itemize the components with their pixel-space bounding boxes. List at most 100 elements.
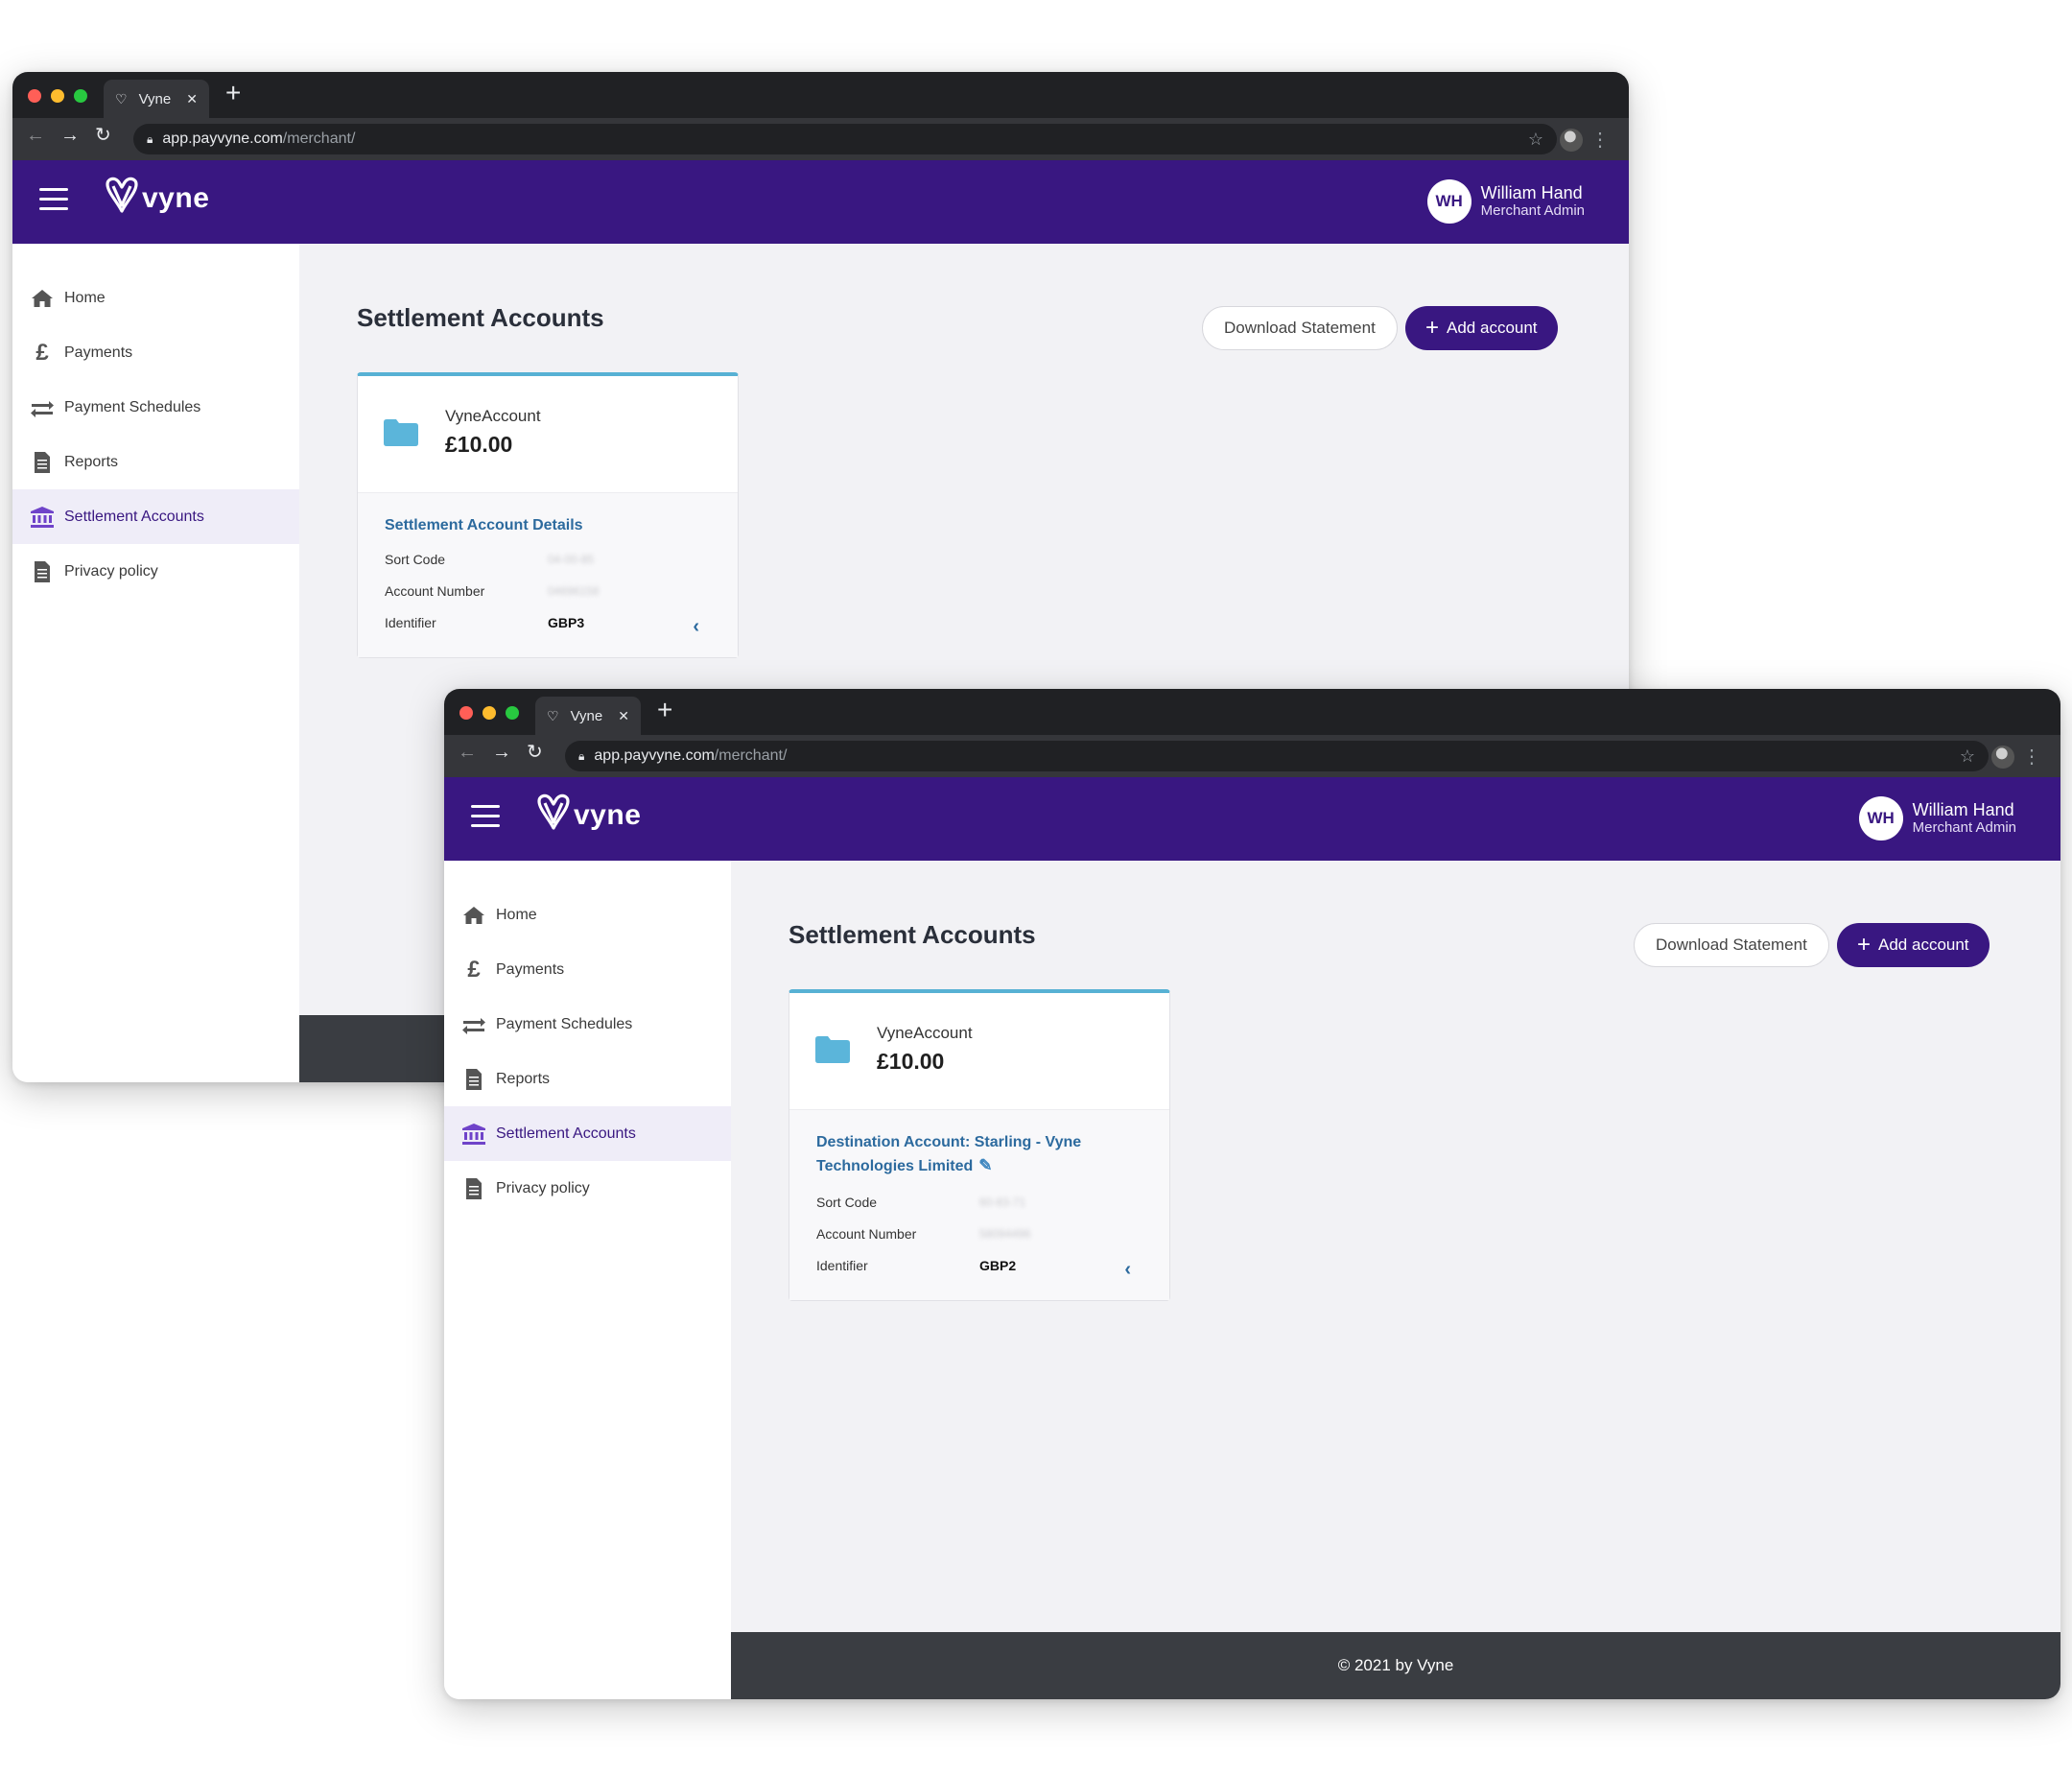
browser-tabbar: ♡ Vyne ✕ +: [12, 72, 1629, 118]
forward-icon[interactable]: →: [492, 743, 511, 762]
add-account-button[interactable]: + Add account: [1837, 923, 1990, 967]
details-title-line2-wrap: Technologies Limited ✎: [816, 1154, 1142, 1178]
account-number-label: Account Number: [385, 582, 485, 599]
sidebar-item-home[interactable]: Home: [12, 271, 299, 325]
details-title: Destination Account: Starling - Vyne Tec…: [816, 1131, 1142, 1178]
bank-icon: [30, 506, 55, 528]
profile-avatar-icon[interactable]: [1560, 129, 1583, 152]
sidebar-item-home[interactable]: Home: [444, 888, 731, 942]
new-tab-icon[interactable]: +: [657, 697, 672, 723]
tab-title: Vyne: [138, 90, 172, 107]
browser-window-front: ♡ Vyne ✕ + ← → ↻ 🔒︎ app.payvyne.com/merc…: [444, 689, 2060, 1699]
vyne-logo[interactable]: vyne: [104, 177, 209, 215]
account-card-header: VyneAccount £10.00: [358, 376, 738, 493]
logo-text: vyne: [142, 182, 210, 214]
download-statement-button[interactable]: Download Statement: [1202, 306, 1398, 350]
sort-code-row: Sort Code 60-83-71: [816, 1186, 1142, 1218]
close-tab-icon[interactable]: ✕: [186, 92, 198, 106]
user-name: William Hand: [1912, 800, 2014, 819]
app-header: vyne WH William Hand Merchant Admin: [12, 160, 1629, 244]
url-text: app.payvyne.com/merchant/: [594, 747, 788, 764]
vyne-favicon-icon: ♡: [115, 91, 128, 107]
minimize-window-button[interactable]: [483, 706, 496, 720]
sort-code-value: 60-83-71: [979, 1195, 1026, 1209]
sidebar-item-label: Reports: [64, 453, 119, 470]
browser-toolbar: ← → ↻ 🔒︎ app.payvyne.com/merchant/ ☆ ⋮: [12, 118, 1629, 160]
account-number-label: Account Number: [816, 1225, 917, 1242]
close-tab-icon[interactable]: ✕: [618, 709, 629, 722]
sort-code-row: Sort Code 04-00-85: [385, 543, 711, 575]
sidebar-item-payments[interactable]: £ Payments: [444, 942, 731, 997]
browser-menu-icon[interactable]: ⋮: [1590, 128, 1610, 152]
sidebar-item-privacy-policy[interactable]: Privacy policy: [444, 1161, 731, 1216]
lock-icon: 🔒︎: [147, 131, 153, 146]
minimize-window-button[interactable]: [51, 89, 64, 103]
collapse-chevron-icon[interactable]: ‹: [693, 616, 699, 638]
reload-icon[interactable]: ↻: [95, 126, 111, 145]
profile-avatar-icon[interactable]: [1991, 746, 2014, 769]
new-tab-icon[interactable]: +: [225, 80, 241, 107]
sidebar-item-label: Home: [496, 906, 537, 923]
browser-tab[interactable]: ♡ Vyne ✕: [535, 697, 641, 735]
account-number-value: 58094496: [979, 1226, 1031, 1241]
account-details: Settlement Account Details Sort Code 04-…: [358, 493, 738, 657]
sidebar-item-reports[interactable]: Reports: [444, 1052, 731, 1106]
close-window-button[interactable]: [28, 89, 41, 103]
hamburger-menu-icon[interactable]: [471, 805, 500, 828]
browser-tab[interactable]: ♡ Vyne ✕: [104, 80, 209, 118]
download-statement-button[interactable]: Download Statement: [1634, 923, 1829, 967]
forward-icon[interactable]: →: [60, 126, 80, 145]
sidebar-item-payments[interactable]: £ Payments: [12, 325, 299, 380]
user-menu[interactable]: WH William Hand Merchant Admin: [1858, 796, 2016, 841]
sidebar-item-label: Payments: [64, 343, 133, 361]
hamburger-menu-icon[interactable]: [39, 188, 68, 211]
home-icon: [461, 905, 486, 926]
vyne-heart-icon: [106, 177, 138, 213]
sort-code-value: 04-00-85: [548, 552, 595, 566]
bank-icon: [461, 1123, 486, 1145]
reload-icon[interactable]: ↻: [527, 743, 543, 762]
address-bar[interactable]: 🔒︎ app.payvyne.com/merchant/ ☆: [133, 124, 1557, 154]
collapse-chevron-icon[interactable]: ‹: [1124, 1259, 1131, 1281]
bookmark-star-icon[interactable]: ☆: [1528, 130, 1543, 150]
sidebar-item-payment-schedules[interactable]: Payment Schedules: [444, 997, 731, 1052]
sort-code-label: Sort Code: [385, 551, 446, 567]
sidebar-item-settlement-accounts[interactable]: Settlement Accounts: [444, 1106, 731, 1161]
maximize-window-button[interactable]: [506, 706, 519, 720]
sidebar-item-label: Payments: [496, 960, 565, 978]
footer: © 2021 by Vyne: [731, 1632, 2060, 1699]
sidebar-item-settlement-accounts[interactable]: Settlement Accounts: [12, 489, 299, 544]
account-name: VyneAccount: [445, 407, 541, 425]
account-number-row: Account Number 04696158: [385, 575, 711, 606]
sidebar: Home £ Payments Payment Schedules Report…: [444, 861, 731, 1699]
maximize-window-button[interactable]: [74, 89, 87, 103]
app-header: vyne WH William Hand Merchant Admin: [444, 777, 2060, 861]
address-bar[interactable]: 🔒︎ app.payvyne.com/merchant/ ☆: [565, 741, 1989, 771]
account-details: Destination Account: Starling - Vyne Tec…: [789, 1110, 1169, 1300]
logo-text: vyne: [574, 799, 642, 831]
folder-icon: [384, 419, 418, 446]
user-menu[interactable]: WH William Hand Merchant Admin: [1426, 179, 1585, 224]
home-icon: [30, 288, 55, 309]
account-name: VyneAccount: [877, 1024, 973, 1042]
identifier-row: Identifier GBP2: [816, 1249, 1142, 1281]
sidebar-item-reports[interactable]: Reports: [12, 435, 299, 489]
browser-menu-icon[interactable]: ⋮: [2022, 745, 2041, 769]
bookmark-star-icon[interactable]: ☆: [1960, 746, 1975, 767]
sidebar: Home £ Payments Payment Schedules Report…: [12, 244, 299, 1082]
add-account-label: Add account: [1447, 319, 1538, 337]
back-icon[interactable]: ←: [26, 126, 45, 145]
back-icon[interactable]: ←: [458, 743, 477, 762]
sidebar-item-privacy-policy[interactable]: Privacy policy: [12, 544, 299, 599]
account-balance: £10.00: [877, 1049, 945, 1074]
sidebar-item-label: Settlement Accounts: [496, 1125, 636, 1142]
close-window-button[interactable]: [459, 706, 473, 720]
add-account-button[interactable]: + Add account: [1405, 306, 1558, 350]
vyne-logo[interactable]: vyne: [535, 793, 641, 832]
sidebar-item-label: Home: [64, 289, 106, 306]
document-icon: [30, 451, 55, 473]
sidebar-item-payment-schedules[interactable]: Payment Schedules: [12, 380, 299, 435]
edit-pencil-icon[interactable]: ✎: [978, 1156, 992, 1174]
identifier-label: Identifier: [385, 614, 436, 630]
account-number-row: Account Number 58094496: [816, 1218, 1142, 1249]
